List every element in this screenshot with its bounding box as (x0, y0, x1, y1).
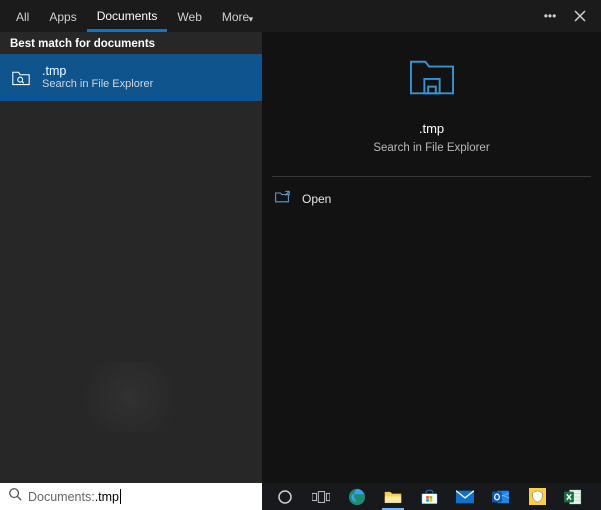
tab-documents[interactable]: Documents (87, 1, 168, 32)
tab-apps[interactable]: Apps (39, 2, 86, 30)
action-open-label: Open (302, 192, 331, 206)
open-in-explorer-icon (274, 190, 290, 209)
search-input-box[interactable]: Documents: .tmp (0, 483, 262, 510)
security-icon (529, 488, 546, 505)
taskbar-security[interactable] (524, 487, 550, 507)
bottom-bar: Documents: .tmp (0, 483, 601, 510)
tab-more-label: More (222, 10, 249, 24)
search-scope-tabs: All Apps Documents Web More ▾ ••• (0, 0, 601, 32)
excel-icon (564, 489, 582, 505)
background-gradient (70, 362, 190, 432)
tab-all[interactable]: All (6, 2, 39, 30)
preview-folder-icon (407, 56, 457, 105)
mail-icon (456, 490, 474, 504)
search-query-text: .tmp (95, 490, 119, 504)
search-icon (8, 487, 22, 506)
result-subtitle: Search in File Explorer (42, 78, 153, 91)
taskbar-cortana[interactable] (272, 487, 298, 507)
result-title: .tmp (42, 64, 153, 78)
results-group-header: Best match for documents (0, 32, 262, 54)
taskbar (262, 483, 601, 510)
outlook-icon (492, 489, 510, 505)
result-item-selected[interactable]: .tmp Search in File Explorer (0, 54, 262, 101)
chevron-down-icon: ▾ (249, 14, 254, 24)
search-body: Best match for documents .tmp Search in … (0, 32, 601, 483)
search-text: Documents: .tmp (28, 489, 121, 504)
tab-web[interactable]: Web (167, 2, 211, 30)
taskbar-edge[interactable] (344, 487, 370, 507)
edge-icon (348, 488, 366, 506)
close-icon (574, 10, 586, 22)
taskbar-task-view[interactable] (308, 487, 334, 507)
taskbar-mail[interactable] (452, 487, 478, 507)
taskbar-file-explorer[interactable] (380, 487, 406, 507)
text-caret (120, 489, 121, 504)
tab-more[interactable]: More ▾ (212, 2, 263, 30)
preview-title: .tmp (419, 121, 444, 136)
taskbar-outlook[interactable] (488, 487, 514, 507)
result-text: .tmp Search in File Explorer (42, 64, 153, 91)
action-open[interactable]: Open (272, 177, 591, 221)
taskbar-store[interactable] (416, 487, 442, 507)
preview-pane: .tmp Search in File Explorer Open (262, 32, 601, 483)
task-view-icon (312, 490, 330, 504)
ellipsis-icon: ••• (544, 9, 557, 23)
cortana-icon (277, 489, 293, 505)
store-icon (421, 489, 438, 505)
close-button[interactable] (565, 1, 595, 31)
preview-subtitle: Search in File Explorer (373, 142, 489, 154)
file-explorer-icon (384, 489, 402, 504)
windows-search-panel: All Apps Documents Web More ▾ ••• Best m… (0, 0, 601, 483)
taskbar-excel[interactable] (560, 487, 586, 507)
more-options-button[interactable]: ••• (535, 1, 565, 31)
search-scope-label: Documents: (28, 490, 95, 504)
results-list: Best match for documents .tmp Search in … (0, 32, 262, 483)
folder-search-icon (10, 67, 32, 89)
